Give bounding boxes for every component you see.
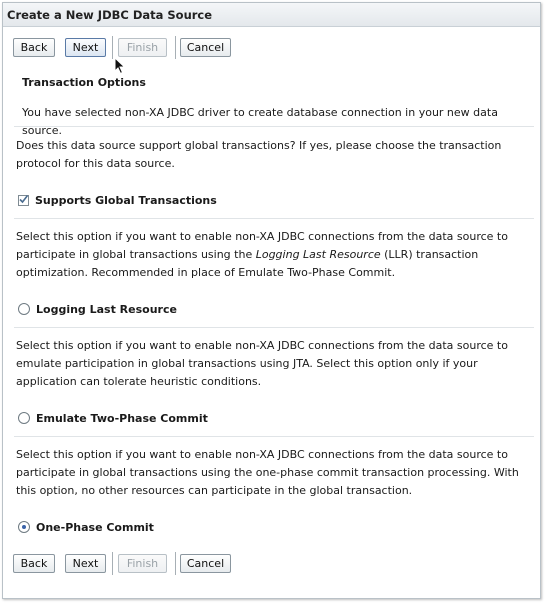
button-separator	[112, 552, 113, 575]
divider	[14, 327, 534, 328]
mouse-pointer-icon	[114, 56, 126, 78]
emulate-2pc-description: Select this option if you want to enable…	[16, 339, 508, 388]
button-separator	[175, 36, 176, 59]
next-button[interactable]: Next	[65, 554, 106, 573]
one-phase-description: Select this option if you want to enable…	[16, 448, 519, 497]
logging-last-resource-radio[interactable]	[18, 303, 30, 315]
one-phase-commit-radio[interactable]	[18, 521, 30, 533]
finish-button[interactable]: Finish	[118, 38, 167, 57]
next-button[interactable]: Next	[65, 38, 106, 57]
supports-global-label: Supports Global Transactions	[35, 193, 217, 207]
question-text: Does this data source support global tra…	[16, 139, 502, 170]
emulate-two-phase-commit-label: Emulate Two-Phase Commit	[36, 411, 208, 425]
button-separator	[175, 552, 176, 575]
logging-last-resource-label: Logging Last Resource	[36, 302, 177, 316]
cancel-button[interactable]: Cancel	[180, 554, 231, 573]
finish-button[interactable]: Finish	[118, 554, 167, 573]
window-title: Create a New JDBC Data Source	[7, 8, 213, 22]
emulate-two-phase-commit-radio[interactable]	[18, 412, 30, 424]
section-intro: You have selected non-XA JDBC driver to …	[22, 106, 498, 137]
back-button[interactable]: Back	[13, 38, 55, 57]
one-phase-commit-option[interactable]: One-Phase Commit	[18, 519, 154, 535]
divider	[14, 218, 534, 219]
supports-global-option[interactable]: Supports Global Transactions	[18, 192, 217, 208]
llr-description: Select this option if you want to enable…	[16, 228, 531, 282]
divider	[14, 436, 534, 437]
title-bar: Create a New JDBC Data Source	[3, 3, 540, 27]
divider	[14, 126, 534, 127]
back-button[interactable]: Back	[13, 554, 55, 573]
one-phase-commit-label: One-Phase Commit	[36, 520, 154, 534]
checkmark-icon	[19, 194, 29, 203]
supports-global-checkbox[interactable]	[18, 194, 29, 206]
logging-last-resource-option[interactable]: Logging Last Resource	[18, 301, 177, 317]
section-heading: Transaction Options	[22, 76, 146, 89]
llr-description-emphasis: Logging Last Resource	[255, 248, 381, 261]
emulate-two-phase-commit-option[interactable]: Emulate Two-Phase Commit	[18, 410, 208, 426]
cancel-button[interactable]: Cancel	[180, 38, 231, 57]
button-separator	[112, 36, 113, 59]
dialog-window: Create a New JDBC Data Source Back Next …	[2, 2, 541, 599]
